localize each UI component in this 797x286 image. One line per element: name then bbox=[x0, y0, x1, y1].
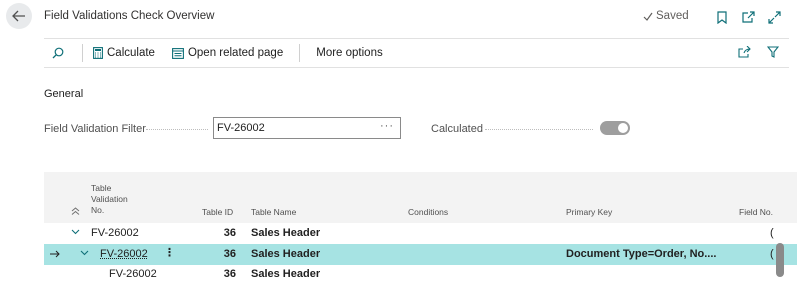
grid-header: Table Validation No. Table ID Table Name… bbox=[44, 172, 797, 223]
calculated-label: Calculated bbox=[431, 123, 483, 135]
vertical-scrollbar[interactable] bbox=[776, 243, 784, 277]
current-row-arrow-icon bbox=[50, 249, 60, 261]
row-field-no: ( bbox=[770, 227, 774, 239]
col-header-primary-key[interactable]: Primary Key bbox=[566, 207, 612, 218]
col-header-table-name[interactable]: Table Name bbox=[251, 207, 296, 218]
dotted-leader bbox=[146, 129, 208, 130]
search-button[interactable] bbox=[44, 40, 74, 66]
action-bar: Calculate Open related page More options bbox=[44, 40, 789, 66]
row-table-name: Sales Header bbox=[251, 227, 321, 239]
page-header: Field Validations Check Overview Saved bbox=[0, 0, 797, 36]
saved-label: Saved bbox=[656, 10, 689, 22]
row-validation-no: FV-26002 bbox=[91, 227, 139, 239]
more-options-button[interactable]: More options bbox=[316, 40, 382, 66]
saved-status: Saved bbox=[643, 10, 689, 22]
col-header-field-no[interactable]: Field No. bbox=[739, 207, 773, 218]
row-table-name: Sales Header bbox=[251, 248, 321, 260]
bookmark-icon[interactable] bbox=[714, 9, 730, 25]
toggle-knob bbox=[618, 123, 628, 133]
divider bbox=[299, 44, 301, 62]
filter-value: FV-26002 bbox=[217, 122, 265, 134]
section-title-general: General bbox=[44, 88, 84, 100]
sort-toggle-icon[interactable] bbox=[71, 207, 80, 218]
more-options-label: More options bbox=[316, 47, 383, 59]
col-header-conditions[interactable]: Conditions bbox=[408, 207, 448, 218]
search-icon bbox=[52, 47, 64, 59]
table-row[interactable]: FV-26002 36 Sales Header bbox=[44, 265, 797, 286]
back-button[interactable] bbox=[6, 3, 32, 29]
page-list-icon bbox=[172, 47, 184, 59]
col-header-table-validation-no[interactable]: Table Validation No. bbox=[91, 183, 128, 216]
divider bbox=[44, 38, 789, 39]
row-table-id: 36 bbox=[223, 268, 236, 280]
open-new-window-icon[interactable] bbox=[740, 9, 756, 25]
share-icon[interactable] bbox=[738, 45, 751, 61]
row-table-id: 36 bbox=[223, 227, 236, 239]
row-field-no: ( bbox=[770, 248, 774, 260]
calculator-icon bbox=[93, 47, 103, 59]
lines-grid: Table Validation No. Table ID Table Name… bbox=[44, 172, 797, 286]
table-row[interactable]: FV-26002 36 Sales Header ( bbox=[44, 223, 797, 244]
field-validation-filter-label: Field Validation Filter bbox=[44, 123, 146, 135]
collapse-chevron-icon[interactable] bbox=[71, 226, 80, 238]
row-actions-ellipsis-icon[interactable]: ⋮ bbox=[164, 246, 175, 259]
divider bbox=[82, 44, 83, 62]
arrow-left-icon bbox=[12, 10, 25, 22]
divider bbox=[44, 67, 789, 68]
calculated-toggle[interactable] bbox=[600, 121, 630, 135]
page-title: Field Validations Check Overview bbox=[44, 10, 215, 22]
field-validation-filter-input[interactable]: FV-26002 ··· bbox=[213, 117, 401, 139]
filter-icon[interactable] bbox=[766, 46, 780, 61]
lookup-ellipsis-icon[interactable]: ··· bbox=[380, 120, 394, 132]
open-related-page-button[interactable]: Open related page bbox=[172, 40, 283, 66]
col-header-table-id[interactable]: Table ID bbox=[202, 207, 233, 218]
row-table-id: 36 bbox=[223, 248, 236, 260]
dotted-leader bbox=[485, 129, 593, 130]
row-primary-key: Document Type=Order, No.... bbox=[566, 248, 717, 260]
row-validation-no[interactable]: FV-26002 bbox=[100, 248, 148, 260]
collapse-chevron-icon[interactable] bbox=[80, 247, 89, 259]
row-table-name: Sales Header bbox=[251, 268, 321, 280]
open-related-label: Open related page bbox=[187, 47, 284, 59]
checkmark-icon bbox=[643, 12, 653, 21]
expand-icon[interactable] bbox=[766, 9, 782, 25]
table-row-selected[interactable]: FV-26002 ⋮ 36 Sales Header Document Type… bbox=[44, 244, 797, 265]
calculate-label: Calculate bbox=[107, 47, 155, 59]
row-validation-no: FV-26002 bbox=[109, 268, 157, 280]
calculate-button[interactable]: Calculate bbox=[93, 40, 155, 66]
